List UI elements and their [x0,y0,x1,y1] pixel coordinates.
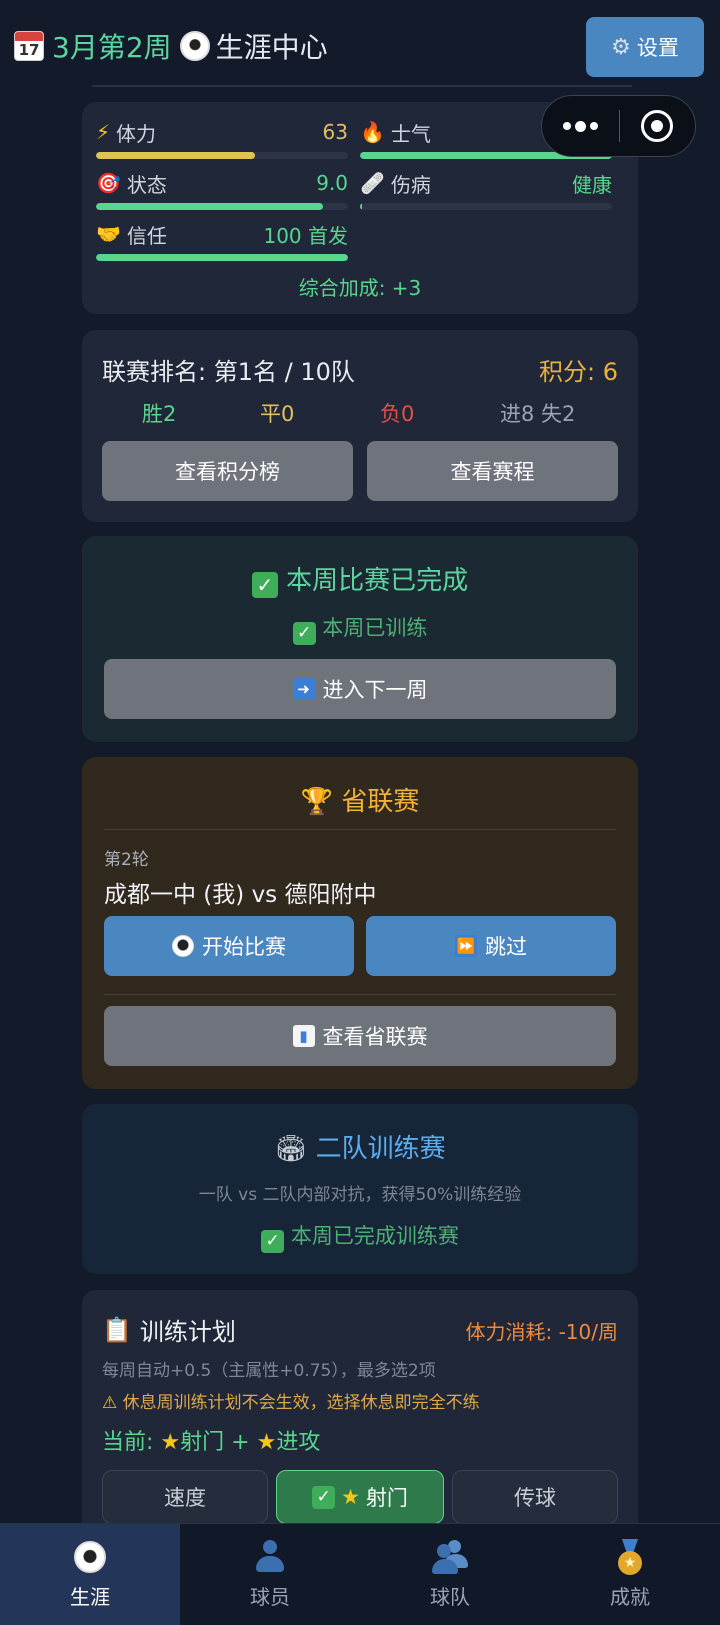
view-provincial-button[interactable]: ▮ 查看省联赛 [104,1006,616,1066]
lightning-icon: ⚡ [96,120,111,144]
bandage-icon: 🩹 [360,171,385,195]
settings-button[interactable]: ⚙ 设置 [586,17,704,77]
view-schedule-button[interactable]: 查看赛程 [367,441,618,501]
trust-value: 100 首发 [263,223,348,248]
training-note: 每周自动+0.5（主属性+0.75），最多选2项 [102,1361,436,1381]
round-label: 第2轮 [104,850,149,870]
injury-bar [360,203,612,210]
stat-trust: 🤝 信任 100 首发 [96,220,348,261]
week-match-done: ✓ 本周比赛已完成 [82,560,638,598]
stamina-cost: 体力消耗: -10/周 [465,1320,619,1344]
header-title: 17 3月第2周 生涯中心 [14,26,328,66]
check-icon: ✓ [251,572,278,598]
arrow-right-icon: ➜ [292,678,315,700]
form-bar [96,203,348,210]
stamina-bar [96,152,348,159]
person-icon [254,1540,286,1574]
bottom-tab-bar: 生涯 球员 球队 成就 [0,1523,720,1625]
view-standings-button[interactable]: 查看积分榜 [102,441,353,501]
clipboard-icon: 📋 [102,1315,132,1344]
close-miniprogram-button[interactable] [620,110,695,142]
stat-stamina: ⚡ 体力 63 [96,118,348,159]
league-card: 联赛排名: 第1名 / 10队 积分: 6 胜2 平0 负0 进8 失2 查看积… [82,330,638,522]
training-option-speed[interactable]: 速度 [102,1470,268,1524]
tab-team[interactable]: 球队 [360,1524,540,1625]
soccer-ball-icon [179,31,210,61]
league-rank: 联赛排名: 第1名 / 10队 [102,358,355,386]
tab-career[interactable]: 生涯 [0,1524,180,1625]
goals-summary: 进8 失2 [500,402,576,426]
star-icon: ★ [160,1430,181,1455]
soccer-ball-icon [74,1541,106,1573]
stadium-icon: 🏟 [274,1134,308,1164]
stat-form: 🎯 状态 9.0 [96,169,348,210]
miniprogram-capsule [541,95,696,157]
provincial-league-card: 🏆 省联赛 第2轮 成都一中 (我) vs 德阳附中 开始比赛 ⏩ 跳过 ▮ 查… [82,757,638,1089]
reserve-title: 🏟 二队训练赛 [274,1134,446,1164]
match-title: 成都一中 (我) vs 德阳附中 [104,882,377,908]
draws-count: 平0 [260,402,295,426]
people-icon [432,1540,468,1574]
skip-match-button[interactable]: ⏩ 跳过 [366,916,616,976]
stat-injury: 🩹 伤病 健康 [360,169,612,210]
trust-bar [96,254,348,261]
form-value: 9.0 [316,171,348,195]
league-points: 积分: 6 [539,358,618,386]
handshake-icon: 🤝 [96,222,121,246]
training-option-shooting[interactable]: ✓ ★ 射门 [276,1470,444,1524]
soccer-ball-icon [172,935,194,957]
medal-icon [615,1539,645,1575]
more-menu-button[interactable] [542,120,619,132]
header-divider [92,85,632,87]
check-icon: ✓ [261,1230,285,1253]
star-icon: ★ [256,1430,277,1455]
star-icon: ★ [341,1485,360,1509]
reserve-description: 一队 vs 二队内部对抗，获得50%训练经验 [198,1185,522,1205]
injury-value: 健康 [572,172,612,197]
start-match-button[interactable]: 开始比赛 [104,916,354,976]
gear-icon: ⚙ [611,34,631,60]
reserve-status: ✓ 本周已完成训练赛 [82,1220,638,1253]
tab-achievements[interactable]: 成就 [540,1524,720,1625]
target-icon: 🎯 [96,171,121,195]
provincial-title: 🏆 省联赛 [300,787,420,817]
top-header: 17 3月第2周 生涯中心 ⚙ 设置 [0,0,720,92]
week-status-card: ✓ 本周比赛已完成 ✓ 本周已训练 ➜ 进入下一周 [82,536,638,742]
current-plan: 当前: ★射门 + ★进攻 [102,1430,321,1455]
bar-chart-icon: ▮ [292,1025,315,1047]
record-icon [641,110,674,142]
check-icon: ✓ [292,622,316,645]
losses-count: 负0 [380,402,415,426]
training-title: 📋 训练计划 [102,1315,236,1347]
fire-icon: 🔥 [360,120,385,144]
stamina-value: 63 [322,120,348,144]
tab-player[interactable]: 球员 [180,1524,360,1625]
warning-icon: ⚠ [102,1393,118,1413]
week-trained: ✓ 本周已训练 [82,612,638,645]
calendar-icon: 17 [14,31,44,61]
career-center-label: 生涯中心 [215,31,328,64]
training-option-passing[interactable]: 传球 [452,1470,618,1524]
fast-forward-icon: ⏩ [455,935,477,957]
overall-bonus: 综合加成: +3 [298,276,422,300]
reserve-match-card: 🏟 二队训练赛 一队 vs 二队内部对抗，获得50%训练经验 ✓ 本周已完成训练… [82,1104,638,1274]
wins-count: 胜2 [142,402,177,426]
trophy-icon: 🏆 [300,787,334,817]
next-week-button[interactable]: ➜ 进入下一周 [104,659,616,719]
week-label: 3月第2周 [52,31,172,64]
training-warning: ⚠ 休息周训练计划不会生效，选择休息即完全不练 [102,1393,480,1413]
check-icon: ✓ [312,1485,336,1509]
